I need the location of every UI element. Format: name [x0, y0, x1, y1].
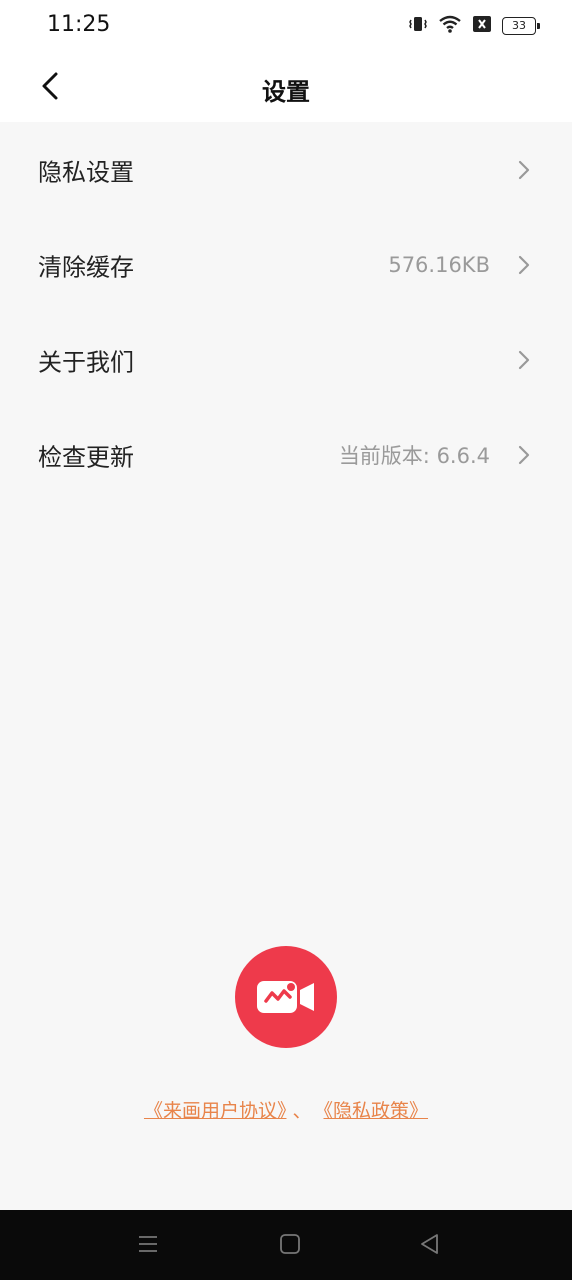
battery-icon: 33 — [502, 17, 540, 35]
settings-item-privacy[interactable]: 隐私设置 — [0, 122, 572, 217]
chevron-right-icon — [516, 349, 532, 371]
home-icon[interactable] — [278, 1232, 302, 1260]
settings-item-clear-cache[interactable]: 清除缓存 576.16KB — [0, 217, 572, 312]
no-sim-icon — [472, 15, 492, 37]
settings-item-about-us[interactable]: 关于我们 — [0, 312, 572, 407]
header: 设置 — [0, 50, 572, 122]
back-triangle-icon[interactable] — [418, 1232, 442, 1260]
menu-icon[interactable] — [136, 1232, 160, 1260]
agreement-links: 《来画用户协议》、《隐私政策》 — [0, 1096, 572, 1123]
video-camera-logo-icon — [235, 946, 337, 1048]
system-nav-bar — [0, 1210, 572, 1280]
settings-item-label: 隐私设置 — [38, 158, 134, 186]
page-title: 设置 — [262, 78, 310, 106]
chevron-right-icon — [516, 444, 532, 466]
cache-size-value: 576.16KB — [388, 252, 490, 277]
separator: 、 — [292, 1100, 312, 1122]
wifi-icon — [438, 14, 462, 38]
settings-item-label: 清除缓存 — [38, 253, 134, 281]
privacy-policy-link[interactable]: 《隐私政策》 — [324, 1100, 429, 1122]
settings-list: 隐私设置 清除缓存 576.16KB 关于我们 检查更新 当前版本: 6.6.4 — [0, 122, 572, 502]
version-value: 当前版本: 6.6.4 — [338, 443, 490, 468]
vibrate-icon — [408, 14, 428, 38]
settings-item-check-update[interactable]: 检查更新 当前版本: 6.6.4 — [0, 407, 572, 502]
settings-item-label: 关于我们 — [38, 348, 134, 376]
chevron-right-icon — [516, 159, 532, 181]
settings-item-label: 检查更新 — [38, 443, 134, 471]
status-time: 11:25 — [47, 12, 111, 37]
chevron-right-icon — [516, 254, 532, 276]
status-icons: 33 — [408, 14, 540, 38]
user-agreement-link[interactable]: 《来画用户协议》 — [144, 1100, 287, 1122]
status-bar: 11:25 33 — [0, 0, 572, 50]
